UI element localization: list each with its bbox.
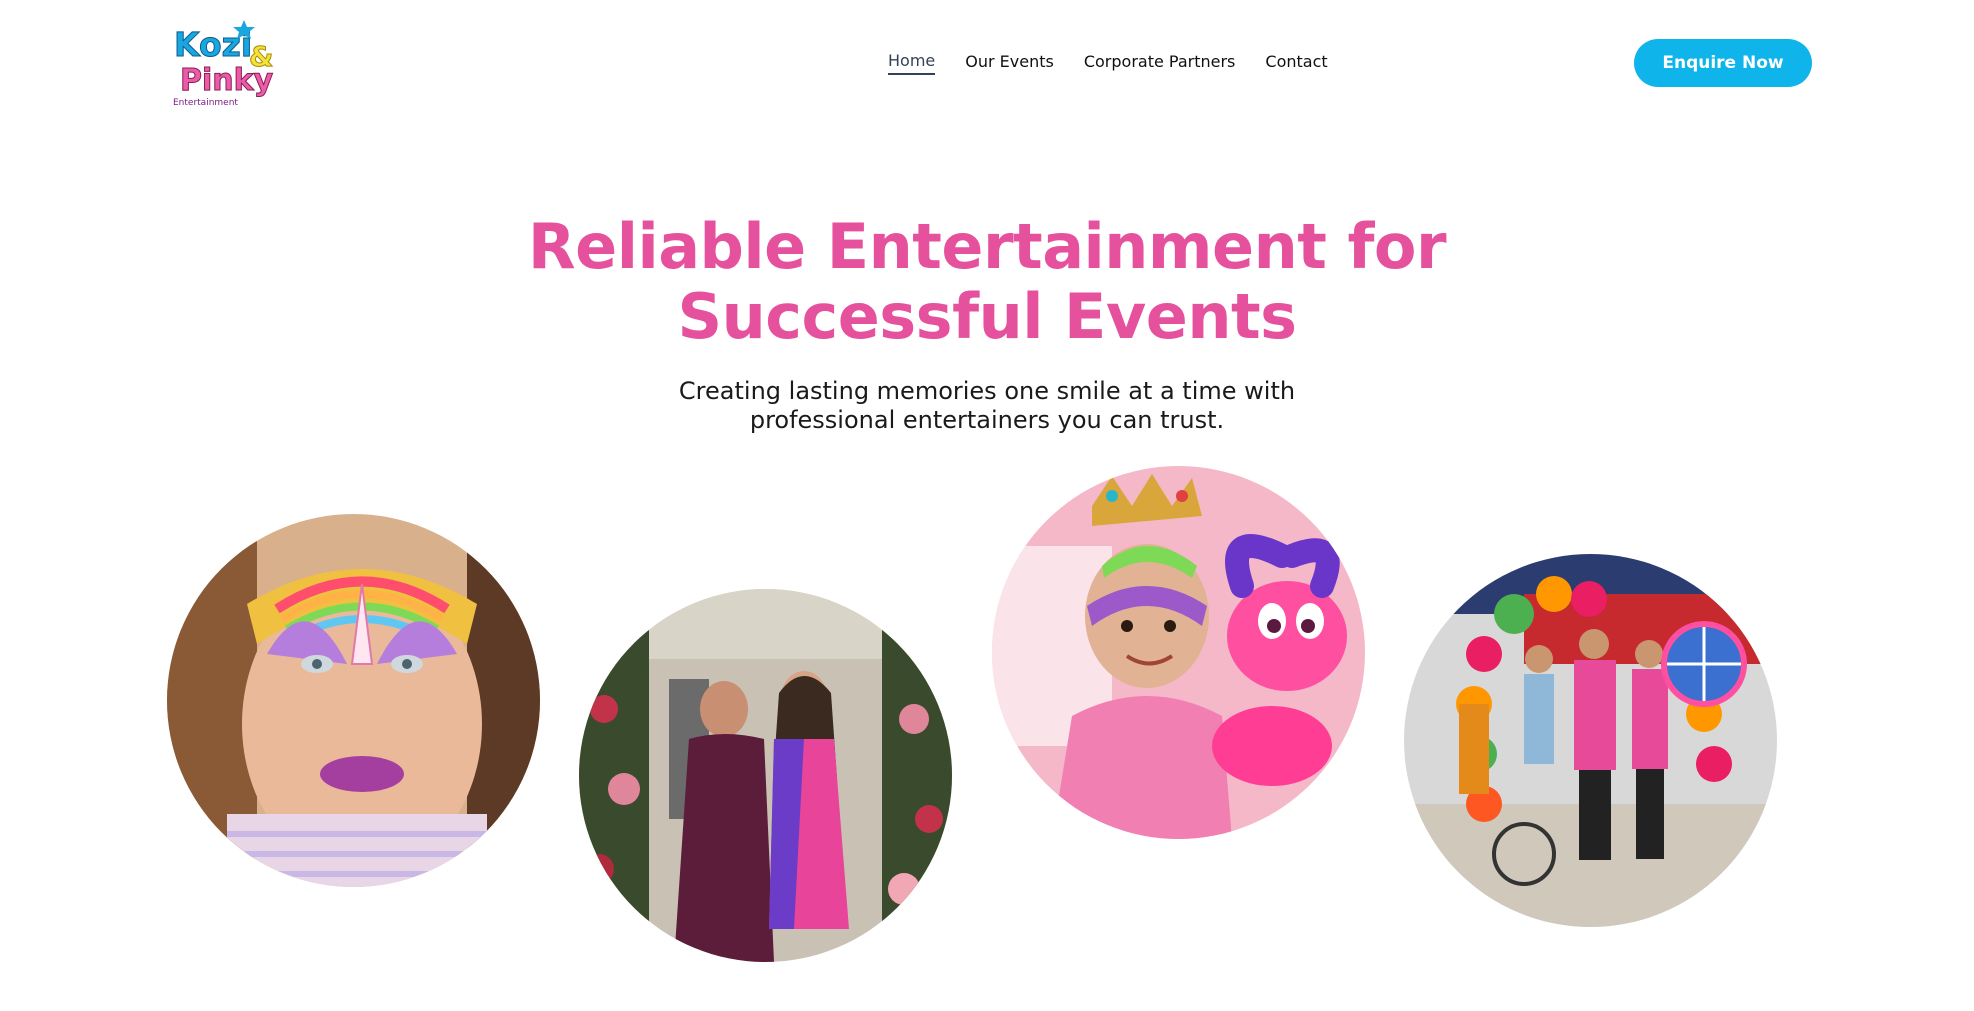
page: Kozi & Pinky Entertainment Home Our Even… (0, 0, 1974, 1011)
photo-face-paint-image (167, 514, 540, 887)
nav-contact-link[interactable]: Contact (1265, 52, 1327, 74)
brand-logo[interactable]: Kozi & Pinky Entertainment (170, 18, 276, 110)
hero-title-line-2: Successful Events (677, 280, 1297, 353)
nav-corporate-partners-link[interactable]: Corporate Partners (1084, 52, 1236, 74)
photo-balloon-image (992, 466, 1365, 839)
enquire-now-button[interactable]: Enquire Now (1634, 39, 1812, 87)
hero-title-line-1: Reliable Entertainment for (527, 210, 1447, 283)
entertainers-balloon-arch-photo (1404, 554, 1777, 927)
hero-subtitle: Creating lasting memories one smile at a… (637, 377, 1337, 435)
child-balloon-animal-photo (992, 466, 1365, 839)
logo-word-pinky: Pinky (180, 63, 274, 98)
nav-home-link[interactable]: Home (888, 51, 936, 75)
photo-entertainers-image (1404, 554, 1777, 927)
logo-graphic: Kozi & Pinky Entertainment (173, 20, 274, 108)
hero-subtitle-line-2: professional entertainers you can trust. (749, 406, 1225, 434)
photo-guests-image (579, 589, 952, 962)
main-nav: Home Our Events Corporate Partners Conta… (888, 51, 1328, 75)
hero-title: Reliable Entertainment for Successful Ev… (487, 212, 1487, 352)
logo-subtitle: Entertainment (173, 98, 238, 108)
two-women-event-photo (579, 589, 952, 962)
nav-our-events-link[interactable]: Our Events (965, 52, 1054, 74)
hero-subtitle-line-1: Creating lasting memories one smile at a… (678, 377, 1296, 405)
face-painted-child-photo (167, 514, 540, 887)
